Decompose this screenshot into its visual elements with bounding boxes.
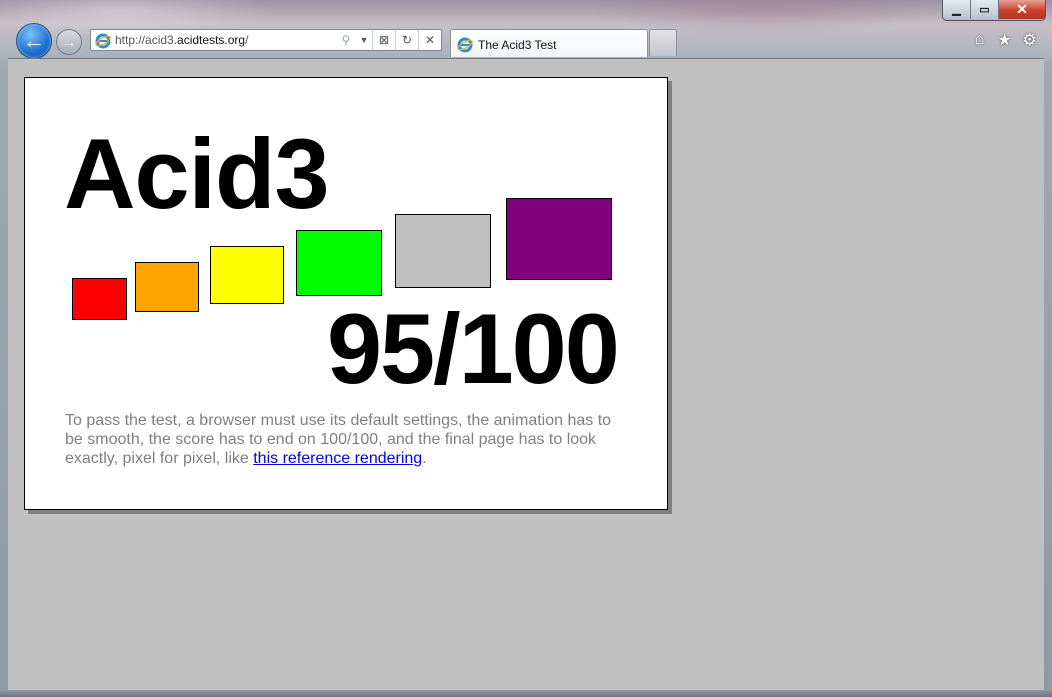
stop-icon[interactable]: ✕: [418, 30, 441, 50]
forward-arrow-icon: →: [62, 34, 76, 50]
bucket-5: [395, 214, 491, 288]
new-tab-button[interactable]: [649, 29, 677, 56]
url-domain: acidtests.org: [177, 33, 246, 47]
ie-tab-icon: [457, 37, 473, 53]
score-display: 95/100: [327, 293, 620, 404]
back-arrow-icon: ←: [23, 28, 45, 53]
command-icons: ⌂ ★ ⚙: [971, 31, 1038, 49]
page-viewport: Acid3 95/100 To pass the test, a browser…: [8, 58, 1044, 691]
address-tools: ⚲ ▼ ⊠ ↻ ✕: [336, 30, 441, 50]
forward-button[interactable]: →: [56, 29, 82, 55]
address-bar[interactable]: http://acid3.acidtests.org/ ⚲ ▼ ⊠ ↻ ✕: [90, 29, 442, 51]
favorites-icon[interactable]: ★: [996, 31, 1013, 49]
maximize-button[interactable]: ▭: [971, 0, 999, 19]
refresh-icon[interactable]: ↻: [395, 30, 418, 50]
bucket-1: [72, 278, 127, 320]
address-dropdown-icon[interactable]: ▼: [356, 30, 372, 50]
bucket-6: [506, 198, 612, 280]
ie-page-icon: [95, 33, 111, 49]
search-icon[interactable]: ⚲: [336, 30, 356, 50]
minimize-button[interactable]: ▁: [943, 0, 971, 19]
compatibility-view-icon[interactable]: ⊠: [372, 30, 395, 50]
url-prefix: http://acid3.: [115, 33, 178, 47]
bucket-4: [296, 230, 382, 296]
instructions-note: To pass the test, a browser must use its…: [65, 411, 625, 468]
url-suffix: /: [245, 33, 249, 47]
window-controls: ▁ ▭ ✕: [942, 0, 1046, 21]
close-window-button[interactable]: ✕: [999, 0, 1045, 19]
bucket-3: [210, 246, 284, 304]
back-button[interactable]: ←: [16, 23, 52, 59]
window-bottom-border: [0, 690, 1052, 697]
acid3-test-box: Acid3 95/100 To pass the test, a browser…: [24, 77, 668, 510]
tab-label: The Acid3 Test: [478, 38, 557, 52]
note-end: .: [422, 450, 427, 467]
page-title: Acid3: [64, 118, 330, 229]
tab-acid3[interactable]: The Acid3 Test: [450, 29, 648, 57]
tools-icon[interactable]: ⚙: [1021, 31, 1038, 49]
reference-rendering-link[interactable]: this reference rendering: [253, 450, 422, 467]
address-url[interactable]: http://acid3.acidtests.org/: [115, 33, 248, 47]
home-icon[interactable]: ⌂: [971, 31, 988, 48]
browser-window: ▁ ▭ ✕ ← → http://acid3.acidtests.org/ ⚲ …: [0, 0, 1052, 697]
bucket-2: [135, 262, 199, 312]
